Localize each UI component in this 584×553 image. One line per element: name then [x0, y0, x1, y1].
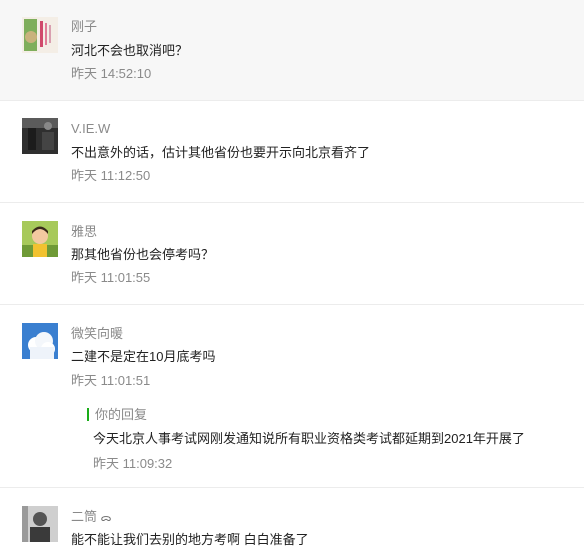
comment-item[interactable]: 二筒 ᯅ 能不能让我们去别的地方考啊 白白准备了 [0, 488, 584, 553]
comment-item[interactable]: V.IE.W 不出意外的话，估计其他省份也要开示向北京看齐了 昨天 11:12:… [0, 101, 584, 203]
comment-time: 昨天 11:01:55 [71, 270, 151, 285]
comment-text: 河北不会也取消吧？ [71, 43, 189, 58]
comment-item[interactable]: 微笑向暖 二建不是定在10月底考吗 昨天 11:01:51 你的回复 今天北京人… [0, 305, 584, 488]
reply-time: 昨天 11:09:32 [93, 456, 173, 471]
cloud-sky-avatar-icon[interactable] [22, 323, 58, 359]
reply-label: 你的回复 [95, 407, 148, 422]
book-cover-avatar-icon[interactable] [22, 17, 58, 53]
comment-text: 那其他省份也会停考吗？ [71, 247, 215, 262]
comment-time: 昨天 11:12:50 [71, 168, 151, 183]
comment-feed: 刚子 河北不会也取消吧？ 昨天 14:52:10 V.IE.W 不出意外的话，估… [0, 0, 584, 553]
child-on-grass-avatar-icon[interactable] [22, 221, 58, 257]
comment-text: 能不能让我们去别的地方考啊 白白准备了 [71, 532, 309, 547]
comment-text: 不出意外的话，估计其他省份也要开示向北京看齐了 [71, 145, 371, 160]
comment-time: 昨天 14:52:10 [71, 66, 152, 81]
comment-nickname: 雅思 [71, 224, 98, 239]
reply-accent-bar [87, 408, 89, 421]
bw-portrait-avatar-icon[interactable] [22, 506, 58, 542]
comment-nickname: 二筒 ᯅ [71, 509, 111, 527]
author-reply: 你的回复 今天北京人事考试网刚发通知说所有职业资格类考试都延期到2021年开展了… [87, 407, 567, 475]
comment-time: 昨天 11:01:51 [71, 373, 151, 388]
comment-nickname: 微笑向暖 [71, 326, 124, 341]
comment-nickname: V.IE.W [71, 121, 111, 136]
comment-nickname-text: 二筒 [71, 509, 98, 524]
comment-item[interactable]: 刚子 河北不会也取消吧？ 昨天 14:52:10 [0, 0, 584, 101]
smile-emoji-icon: ᯅ [100, 513, 112, 524]
comment-text: 二建不是定在10月底考吗 [71, 349, 216, 364]
dark-photo-avatar-icon[interactable] [22, 118, 58, 154]
comment-nickname: 刚子 [71, 19, 98, 34]
reply-text: 今天北京人事考试网刚发通知说所有职业资格类考试都延期到2021年开展了 [93, 431, 525, 446]
comment-item[interactable]: 雅思 那其他省份也会停考吗？ 昨天 11:01:55 [0, 203, 584, 305]
